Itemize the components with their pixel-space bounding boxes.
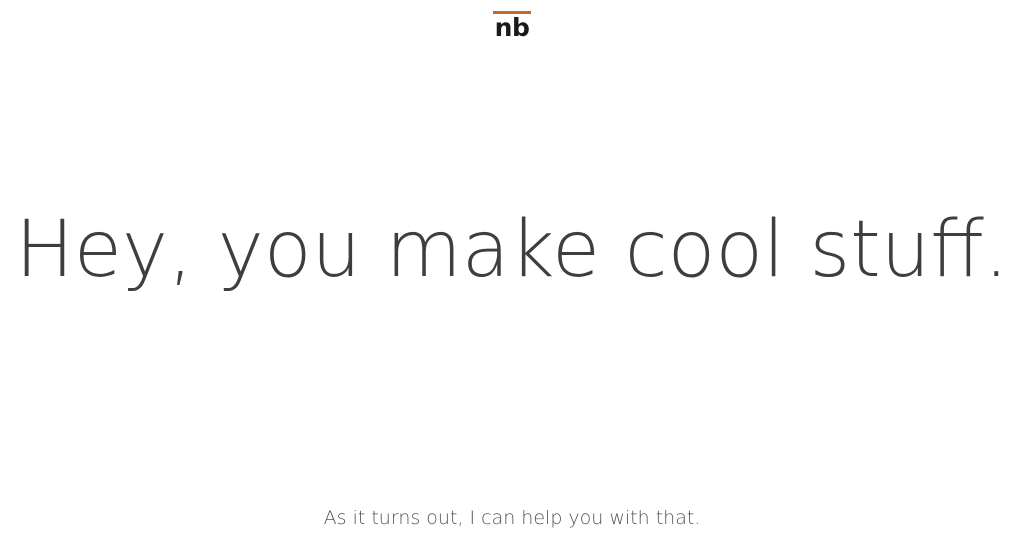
hero-subline: As it turns out, I can help you with tha… xyxy=(323,507,701,529)
hero-headline: Hey, you make cool stuff. xyxy=(15,205,1009,295)
logo-text: nb xyxy=(494,13,530,42)
landing-page: nb Hey, you make cool stuff. As it turns… xyxy=(0,0,1024,544)
site-logo[interactable]: nb xyxy=(492,11,532,43)
